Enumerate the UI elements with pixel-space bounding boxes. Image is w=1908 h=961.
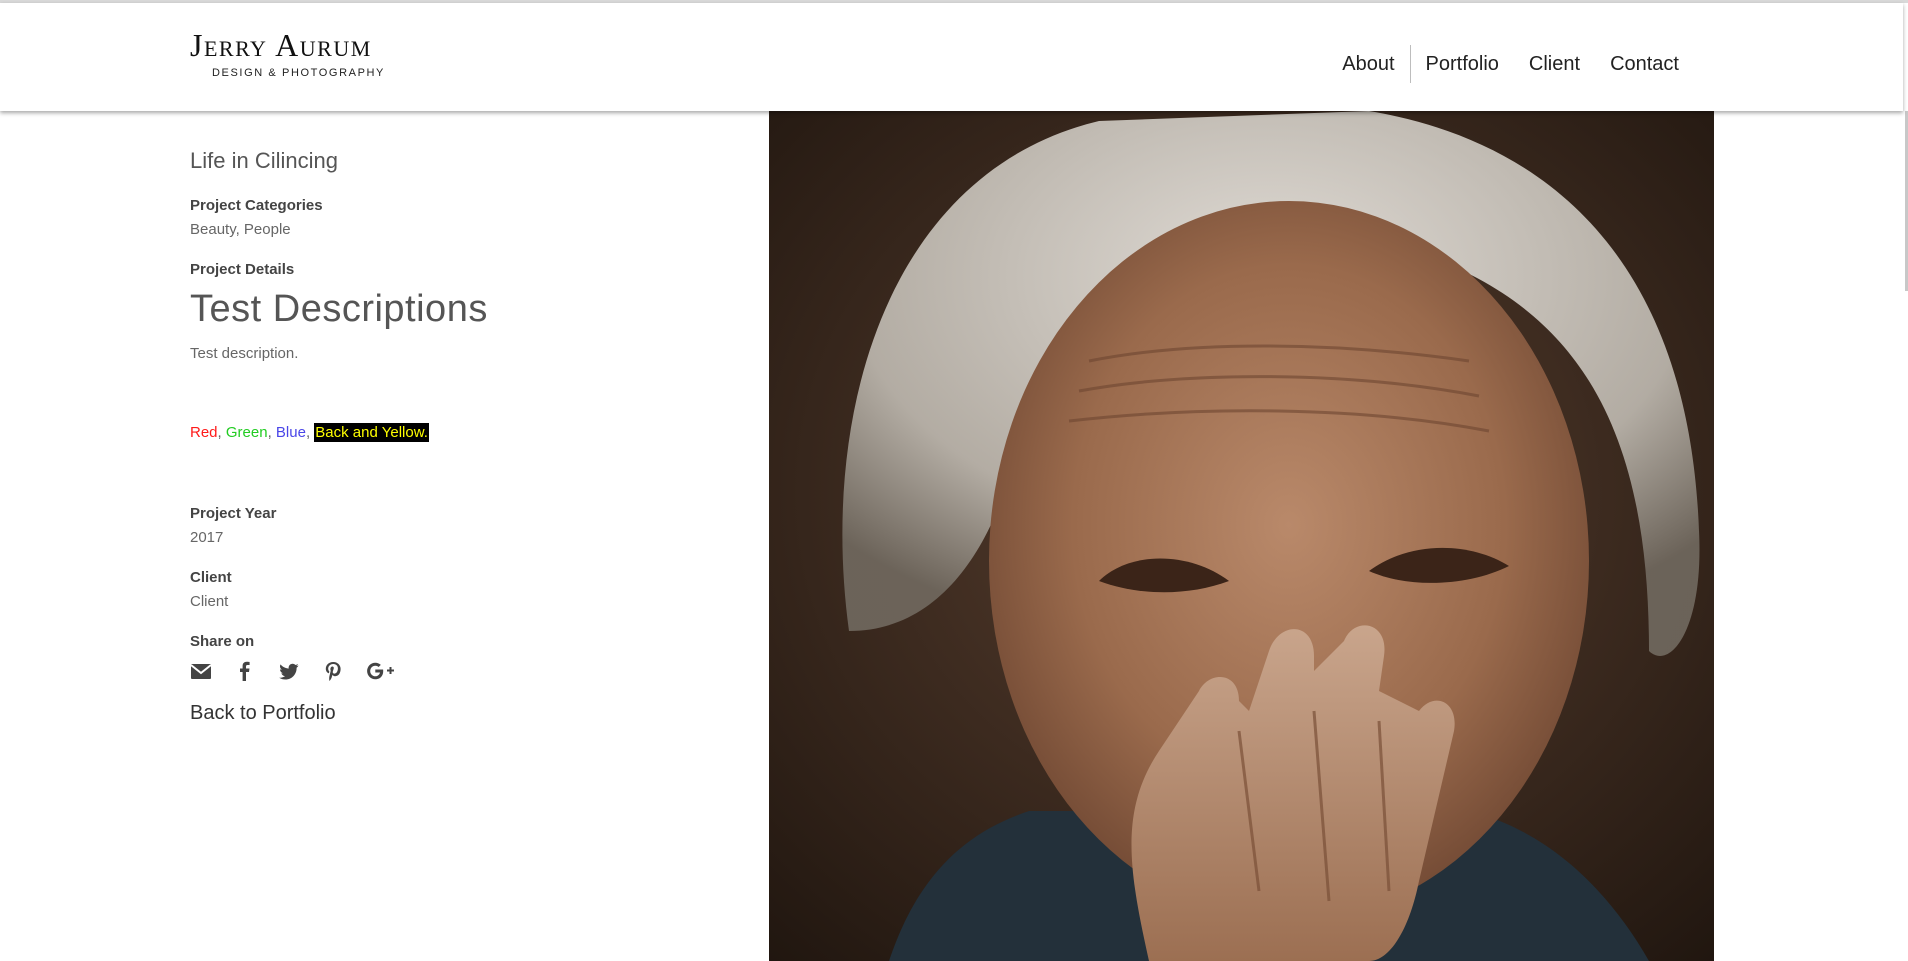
pinterest-icon[interactable] — [322, 660, 344, 682]
color-word-green: Green — [225, 424, 268, 441]
details-heading: Test Descriptions — [190, 288, 488, 330]
client-value: Client — [190, 593, 229, 610]
categories-label: Project Categories — [190, 197, 323, 214]
year-label: Project Year — [190, 505, 277, 522]
highlight-period: . — [423, 424, 428, 441]
color-word-red: Red — [190, 424, 218, 441]
google-plus-icon[interactable] — [366, 660, 396, 682]
page: Jerry Aurum DESIGN & PHOTOGRAPHY About P… — [0, 0, 1908, 961]
project-meta: Project Year 2017 Client Client Share on — [190, 504, 750, 726]
color-highlight-text: Back and Yellow. — [314, 423, 429, 442]
share-icons — [190, 658, 750, 684]
main-nav: About Portfolio Client Contact — [1327, 45, 1694, 83]
logo-tagline: DESIGN & PHOTOGRAPHY — [212, 67, 385, 79]
project-photo — [769, 111, 1714, 961]
project-title: Life in Cilincing — [190, 148, 338, 173]
categories-value: Beauty, People — [190, 221, 291, 238]
site-header: Jerry Aurum DESIGN & PHOTOGRAPHY About P… — [0, 3, 1903, 111]
color-sample-line: Red, Green, Blue, Back and Yellow. — [190, 422, 750, 444]
color-word-blue: Blue — [275, 424, 306, 441]
page-scrollbar[interactable] — [1903, 111, 1908, 961]
color-separator: , — [305, 424, 311, 441]
email-icon[interactable] — [190, 660, 212, 682]
nav-portfolio[interactable]: Portfolio — [1411, 45, 1514, 83]
portrait-photo-image — [769, 111, 1714, 961]
year-value: 2017 — [190, 529, 224, 546]
project-details: Life in Cilincing Project Categories Bea… — [190, 111, 750, 961]
nav-about[interactable]: About — [1327, 45, 1409, 83]
twitter-icon[interactable] — [278, 660, 300, 682]
details-text: Test description. — [190, 345, 299, 362]
site-logo[interactable]: Jerry Aurum DESIGN & PHOTOGRAPHY — [190, 27, 400, 87]
color-separator: , — [217, 424, 222, 441]
client-label: Client — [190, 569, 232, 586]
facebook-icon[interactable] — [234, 660, 256, 682]
highlight-words: Back and Yellow — [315, 424, 424, 441]
nav-contact[interactable]: Contact — [1595, 45, 1694, 83]
nav-client[interactable]: Client — [1514, 45, 1595, 83]
share-label: Share on — [190, 633, 255, 650]
details-label: Project Details — [190, 261, 295, 278]
back-to-portfolio-link[interactable]: Back to Portfolio — [190, 700, 336, 726]
color-separator: , — [267, 424, 272, 441]
logo-name: Jerry Aurum — [190, 27, 372, 63]
